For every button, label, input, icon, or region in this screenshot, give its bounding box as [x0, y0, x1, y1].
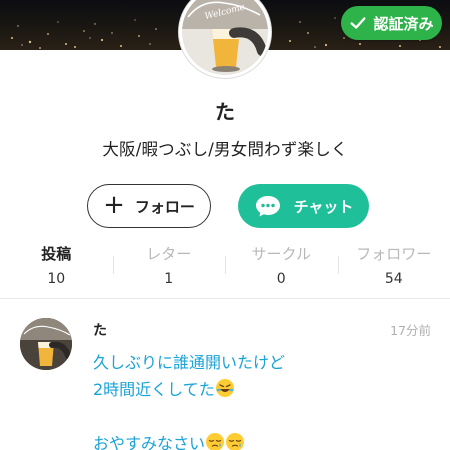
tab-posts[interactable]: 投稿 10	[0, 240, 113, 290]
profile-stats: 投稿 10 レター 1 サークル 0 フォロワー 54	[0, 240, 450, 290]
tab-letters[interactable]: レター 1	[112, 240, 226, 290]
sleepy-face-icon	[206, 433, 225, 450]
stat-label: レター	[146, 245, 192, 263]
stat-label: フォロワー	[356, 245, 432, 263]
verified-label: 認証済み	[373, 14, 434, 33]
follow-button[interactable]: + フォロー	[87, 184, 211, 228]
tab-followers[interactable]: フォロワー 54	[337, 240, 450, 290]
chat-label: チャット	[293, 197, 354, 216]
post-line-1: 久しぶりに誰通開いたけど	[93, 353, 286, 372]
divider	[0, 298, 450, 299]
stat-value: 0	[276, 271, 286, 287]
stat-value: 10	[47, 271, 66, 287]
verified-badge: 認証済み	[341, 6, 442, 40]
post-line-2: 2時間近くしてた	[93, 380, 215, 399]
avatar-image: Welcome	[182, 0, 268, 75]
post-timestamp: 17分前	[390, 323, 431, 338]
rolling-on-floor-laughing-icon	[215, 379, 234, 397]
avatar-image	[20, 318, 72, 370]
stat-value: 54	[384, 271, 403, 287]
checkmark-icon	[351, 17, 366, 29]
tab-circles[interactable]: サークル 0	[225, 240, 338, 290]
post-author-avatar[interactable]	[20, 318, 72, 370]
post-author-name: た	[93, 323, 107, 339]
sleepy-face-icon	[226, 433, 245, 450]
profile-avatar[interactable]: Welcome	[179, 0, 271, 78]
follow-label: フォロー	[134, 197, 195, 216]
chat-bubble-icon	[255, 196, 280, 217]
stat-label: サークル	[251, 245, 312, 263]
chat-button[interactable]: チャット	[238, 184, 369, 228]
stat-label: 投稿	[41, 245, 72, 263]
plus-icon: +	[103, 190, 125, 220]
profile-bio: 大阪/暇つぶし/男女問わず楽しく	[102, 140, 348, 159]
post-line-3: おやすみなさい	[93, 434, 206, 450]
stat-value: 1	[164, 271, 174, 287]
post-body: 久しぶりに誰通開いたけど 2時間近くしてた おやすみなさい	[93, 349, 423, 450]
profile-name: た	[215, 100, 235, 124]
